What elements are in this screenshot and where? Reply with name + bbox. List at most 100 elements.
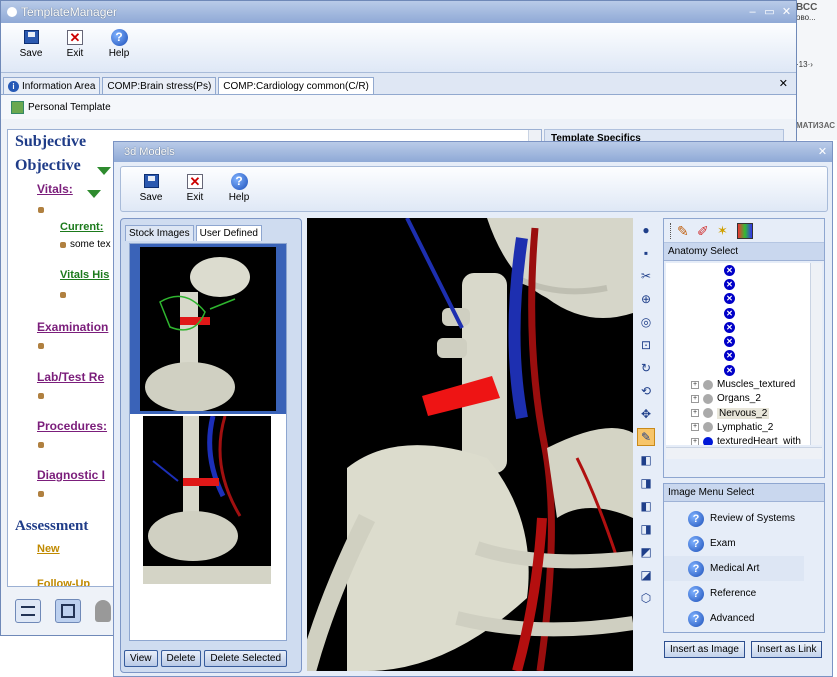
pencil-icon[interactable]: ✎ [677,223,693,239]
rotate-icon[interactable]: ⟲ [637,382,655,400]
tree-item-organs[interactable]: + Organs_2 [666,392,810,406]
rotate-z-icon[interactable]: ↻ [637,359,655,377]
close-tab-icon[interactable]: ✕ [779,77,788,94]
info-icon: i [8,80,19,92]
delete-selected-button[interactable]: Delete Selected [204,650,288,667]
help-icon: ? [688,585,704,602]
close-3d-button[interactable]: ✕ [815,145,830,159]
thumbnail-selected[interactable] [130,244,286,414]
cube-top-icon[interactable]: ◩ [637,543,655,561]
subsection-vitals-history[interactable]: Vitals His [60,269,109,281]
link-new[interactable]: New [37,543,60,555]
menu-medical-art[interactable]: ? Medical Art [664,556,804,581]
menu-reference[interactable]: ? Reference [664,581,824,606]
insert-as-image-button[interactable]: Insert as Image [664,641,745,658]
tree-hidden-item[interactable]: ✕ [666,277,810,291]
layer-visibility-icon[interactable] [703,436,713,445]
tree-hidden-item[interactable]: ✕ [666,349,810,363]
zoom-region-icon[interactable]: ◎ [637,313,655,331]
insert-as-link-button[interactable]: Insert as Link [751,641,823,658]
tree-hidden-item[interactable]: ✕ [666,306,810,320]
tab-stock-images[interactable]: Stock Images [125,225,194,241]
expand-icon[interactable]: + [691,380,699,389]
collapse-objective-icon[interactable] [97,167,111,175]
cube-left-icon[interactable]: ◧ [637,497,655,515]
hidden-x-icon: ✕ [724,321,735,333]
collapse-vitals-icon[interactable] [87,190,101,198]
3d-viewer[interactable] [307,218,633,671]
tree-hidden-item[interactable]: ✕ [666,320,810,334]
cube-bottom-icon[interactable]: ◪ [637,566,655,584]
tree-hidden-item[interactable]: ✕ [666,334,810,348]
anatomy-tree[interactable]: ✕ ✕ ✕ ✕ ✕ ✕ ✕ ✕ + Muscles_textured + Organ… [666,263,810,445]
tab-brain-stress[interactable]: COMP:Brain stress(Ps) [102,77,217,94]
menu-advanced[interactable]: ? Advanced [664,606,824,631]
save-3d-button[interactable]: Save [129,172,173,206]
star-icon[interactable]: ✶ [717,223,733,239]
current-text[interactable]: some tex [70,239,111,250]
layer-visibility-icon[interactable] [703,408,713,419]
cube-iso-icon[interactable]: ⬡ [637,589,655,607]
tab-user-defined[interactable]: User Defined [195,225,262,241]
close-button[interactable]: ✕ [779,5,794,19]
section-objective[interactable]: Objective [15,157,81,175]
subsection-examination[interactable]: Examination [37,320,108,334]
layer-visibility-icon[interactable] [703,393,713,404]
eraser-icon[interactable]: ✐ [697,223,713,239]
delete-button[interactable]: Delete [160,650,202,667]
zoom-icon[interactable]: ⊕ [637,290,655,308]
menu-exam[interactable]: ? Exam [664,531,824,556]
expand-icon[interactable]: + [691,409,699,418]
cube-back-icon[interactable]: ◨ [637,474,655,492]
person-icon[interactable] [95,600,111,622]
list-view-icon[interactable] [15,599,41,623]
help-label: Help [228,192,250,203]
menu-review-of-systems[interactable]: ? Review of Systems [664,506,824,531]
tree-scrollbar-v[interactable] [810,263,822,445]
scissors-icon[interactable]: ✂ [637,267,655,285]
fit-icon[interactable]: ⊡ [637,336,655,354]
subsection-current[interactable]: Current: [60,221,103,233]
help-button[interactable]: ? Help [97,28,141,67]
layer-visibility-icon[interactable] [703,379,713,390]
section-subjective[interactable]: Subjective [15,133,86,151]
tree-item-nervous[interactable]: + Nervous_2 [666,406,810,420]
tree-hidden-item[interactable]: ✕ [666,292,810,306]
layer-visibility-icon[interactable] [703,422,713,433]
tab-cardiology-common[interactable]: COMP:Cardiology common(C/R) [218,77,374,94]
maximize-button[interactable]: ▭ [762,5,777,19]
section-assessment[interactable]: Assessment [15,518,88,535]
tree-scrollbar-h[interactable] [666,447,822,459]
tree-item-heart[interactable]: + texturedHeart_with [666,435,810,445]
expand-icon[interactable]: + [691,423,699,432]
point-icon[interactable]: ● [637,221,655,239]
image-view-icon[interactable] [55,599,81,623]
help-3d-button[interactable]: ? Help [217,172,261,206]
save-button[interactable]: Save [9,28,53,67]
move-icon[interactable]: ✥ [637,405,655,423]
link-follow-up[interactable]: Follow-Up [37,578,90,586]
cube-right-icon[interactable]: ◨ [637,520,655,538]
pencil-tool-icon[interactable]: ✎ [637,428,655,446]
thumbnail-2[interactable] [143,415,271,584]
view-button[interactable]: View [124,650,158,667]
subsection-lab[interactable]: Lab/Test Re [37,370,104,384]
tree-item-lymphatic[interactable]: + Lymphatic_2 [666,420,810,434]
tree-hidden-item[interactable]: ✕ [666,263,810,277]
grid-icon[interactable]: ▪ [637,244,655,262]
image-library-panel: Stock Images User Defined View Delete De… [120,218,302,673]
tab-information-area[interactable]: i Information Area [3,77,101,94]
subsection-procedures[interactable]: Procedures: [37,419,107,433]
personal-template-row[interactable]: Personal Template [1,95,796,119]
exit-3d-button[interactable]: ✕ Exit [173,172,217,206]
minimize-button[interactable]: – [745,5,760,19]
color-icon[interactable] [737,222,753,239]
subsection-diagnostic[interactable]: Diagnostic I [37,468,105,482]
expand-icon[interactable]: + [691,394,699,403]
subsection-vitals[interactable]: Vitals: [37,182,73,196]
cube-front-icon[interactable]: ◧ [637,451,655,469]
tree-hidden-item[interactable]: ✕ [666,363,810,377]
tree-item-muscles[interactable]: + Muscles_textured [666,377,810,391]
exit-button[interactable]: ✕ Exit [53,28,97,67]
expand-icon[interactable]: + [691,437,699,445]
